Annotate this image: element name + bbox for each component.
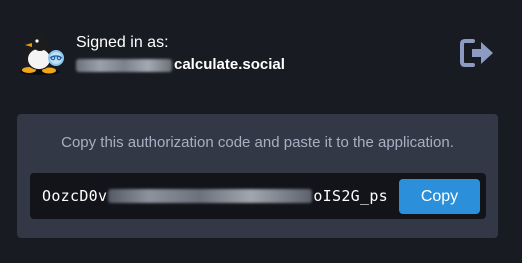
account-handle-domain: calculate.social [174, 56, 285, 73]
authorization-code-suffix: oIS2G_ps [313, 187, 388, 205]
authorization-code[interactable]: OozcD0v oIS2G_ps [42, 187, 388, 205]
account-info: Signed in as: calculate.social [16, 32, 285, 76]
account-handle: calculate.social [76, 56, 285, 74]
sign-out-button[interactable] [460, 38, 496, 68]
account-text: Signed in as: calculate.social [76, 34, 285, 74]
penguin-avatar-icon [16, 32, 66, 76]
signed-in-label: Signed in as: [76, 34, 169, 51]
authorization-code-field[interactable]: OozcD0v oIS2G_ps Copy [30, 173, 486, 219]
sign-out-icon [460, 39, 493, 67]
authorization-instructions: Copy this authorization code and paste i… [61, 134, 454, 151]
copy-button[interactable]: Copy [399, 179, 480, 214]
authorization-panel: Copy this authorization code and paste i… [17, 114, 498, 238]
authorization-code-prefix: OozcD0v [42, 187, 108, 205]
redacted-code-segment [108, 189, 313, 203]
redacted-username [76, 58, 172, 72]
